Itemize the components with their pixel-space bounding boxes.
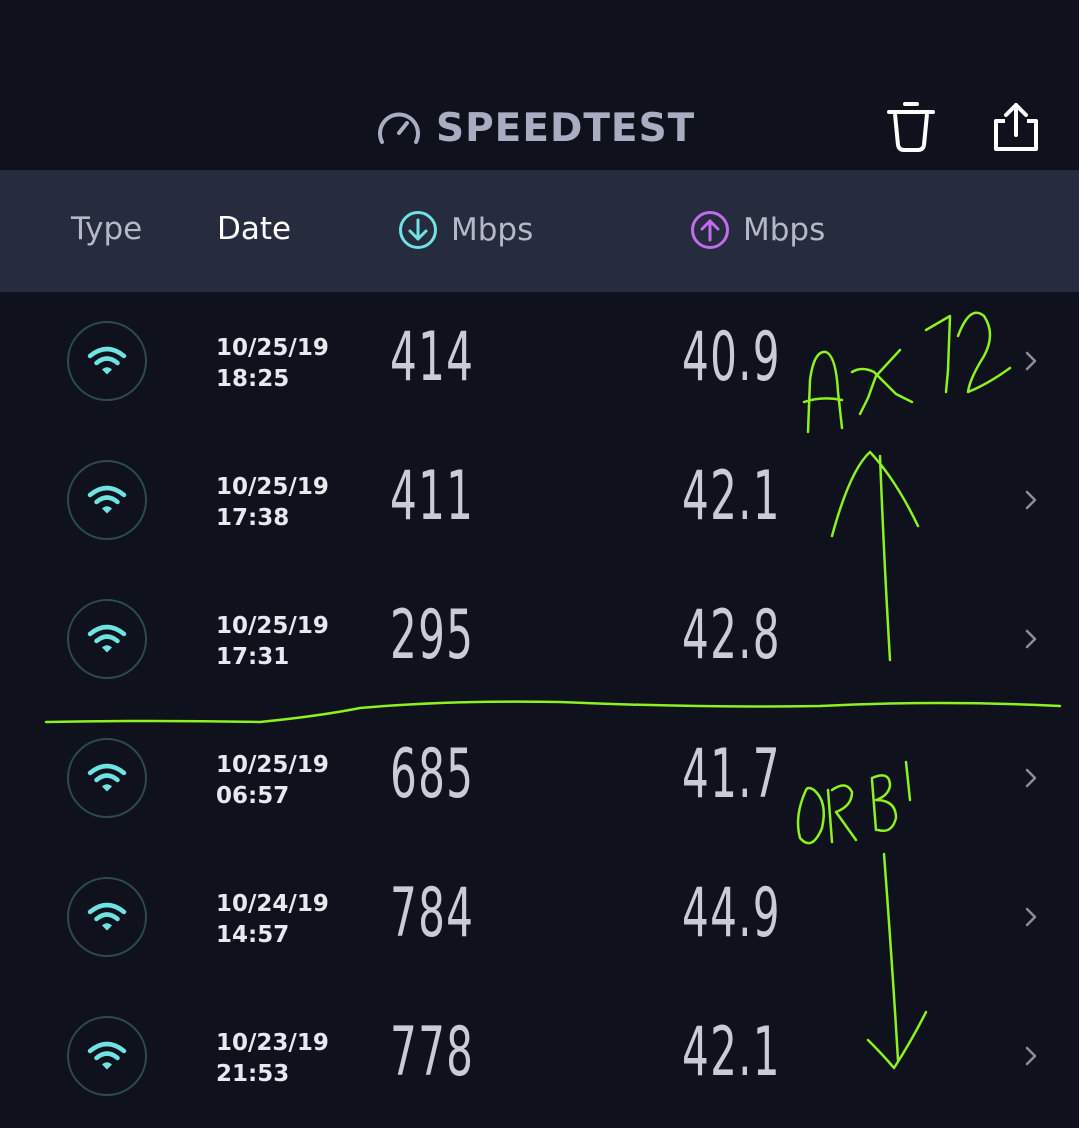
upload-speed: 42.1: [682, 457, 781, 536]
result-time: 17:38: [216, 505, 290, 531]
download-arrow-icon: [399, 211, 437, 249]
result-datetime: 10/25/19 17:38: [216, 472, 329, 534]
chevron-right-icon[interactable]: [1022, 904, 1040, 930]
share-icon[interactable]: [990, 102, 1042, 154]
download-speed: 414: [390, 318, 475, 397]
upload-speed: 44.9: [682, 874, 781, 953]
chevron-right-icon[interactable]: [1022, 1043, 1040, 1069]
sort-by-type[interactable]: Type: [71, 211, 142, 247]
download-speed: 411: [390, 457, 475, 536]
wifi-icon: [87, 346, 127, 375]
download-speed: 685: [390, 735, 475, 814]
sort-by-upload[interactable]: Mbps: [690, 210, 825, 250]
trash-icon[interactable]: [886, 101, 936, 153]
result-date: 10/23/19: [216, 1030, 329, 1056]
top-bar: SPEEDTEST: [0, 0, 1079, 170]
result-datetime: 10/23/19 21:53: [216, 1028, 329, 1090]
result-date: 10/25/19: [216, 335, 329, 361]
download-unit-label: Mbps: [451, 212, 534, 248]
speedtest-history-screen: SPEEDTEST Type Date Mbps Mbps 10/25/19 1…: [0, 0, 1079, 1128]
upload-speed: 40.9: [682, 318, 781, 397]
result-time: 21:53: [216, 1061, 290, 1087]
connection-type-badge: [67, 599, 147, 679]
download-speed: 784: [390, 874, 475, 953]
download-speed: 295: [390, 596, 475, 675]
upload-unit-label: Mbps: [743, 212, 826, 248]
wifi-icon: [87, 624, 127, 653]
sort-by-download[interactable]: Mbps: [398, 210, 533, 250]
connection-type-badge: [67, 460, 147, 540]
wifi-icon: [87, 902, 127, 931]
download-speed: 778: [390, 1013, 475, 1092]
chevron-right-icon[interactable]: [1022, 348, 1040, 374]
upload-speed: 41.7: [682, 735, 781, 814]
speedometer-icon: [378, 112, 420, 144]
chevron-right-icon[interactable]: [1022, 487, 1040, 513]
result-datetime: 10/24/19 14:57: [216, 889, 329, 951]
sort-by-date[interactable]: Date: [217, 211, 291, 247]
result-row[interactable]: 10/25/19 18:25 414 40.9: [0, 292, 1079, 431]
result-time: 06:57: [216, 783, 290, 809]
result-time: 14:57: [216, 922, 290, 948]
result-datetime: 10/25/19 06:57: [216, 750, 329, 812]
chevron-right-icon[interactable]: [1022, 765, 1040, 791]
upload-arrow-icon: [691, 211, 729, 249]
result-row[interactable]: 10/25/19 06:57 685 41.7: [0, 709, 1079, 848]
column-header: Type Date Mbps Mbps: [0, 170, 1079, 292]
result-datetime: 10/25/19 17:31: [216, 611, 329, 673]
wifi-icon: [87, 1041, 127, 1070]
app-title: SPEEDTEST: [436, 105, 696, 151]
result-time: 17:31: [216, 644, 290, 670]
result-time: 18:25: [216, 366, 290, 392]
wifi-icon: [87, 763, 127, 792]
result-row[interactable]: 10/25/19 17:31 295 42.8: [0, 570, 1079, 709]
connection-type-badge: [67, 1016, 147, 1096]
result-row[interactable]: 10/24/19 14:57 784 44.9: [0, 848, 1079, 987]
wifi-icon: [87, 485, 127, 514]
upload-speed: 42.8: [682, 596, 781, 675]
results-list: 10/25/19 18:25 414 40.9 10/25/19 17:38 4…: [0, 292, 1079, 1126]
result-date: 10/25/19: [216, 613, 329, 639]
result-row[interactable]: 10/25/19 17:38 411 42.1: [0, 431, 1079, 570]
result-date: 10/24/19: [216, 891, 329, 917]
brand: SPEEDTEST: [376, 104, 695, 152]
chevron-right-icon[interactable]: [1022, 626, 1040, 652]
result-datetime: 10/25/19 18:25: [216, 333, 329, 395]
result-date: 10/25/19: [216, 752, 329, 778]
connection-type-badge: [67, 877, 147, 957]
result-row[interactable]: 10/23/19 21:53 778 42.1: [0, 987, 1079, 1126]
connection-type-badge: [67, 738, 147, 818]
upload-speed: 42.1: [682, 1013, 781, 1092]
connection-type-badge: [67, 321, 147, 401]
result-date: 10/25/19: [216, 474, 329, 500]
